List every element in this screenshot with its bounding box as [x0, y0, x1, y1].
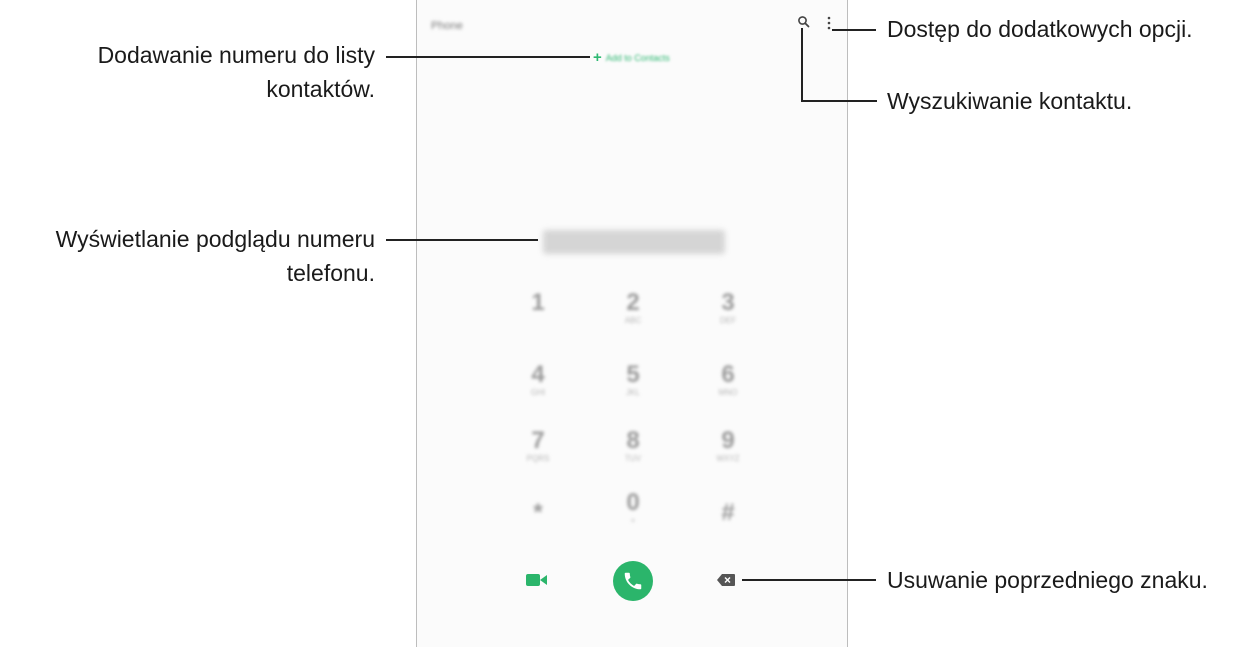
callout-preview-line1: Wyświetlanie podglądu numeru — [55, 226, 375, 252]
key-digit: 9 — [721, 427, 735, 454]
key-3[interactable]: 3 DEF — [703, 290, 753, 326]
key-digit: 0 — [626, 489, 640, 516]
call-button[interactable] — [613, 561, 653, 601]
number-preview — [543, 230, 725, 254]
key-letters: JKL — [626, 388, 640, 397]
phone-icon — [624, 572, 642, 590]
callout-line-delete — [742, 579, 876, 581]
backspace-icon[interactable] — [717, 574, 735, 586]
key-letters: MNO — [718, 388, 738, 397]
key-digit: 5 — [626, 361, 640, 388]
video-call-icon[interactable] — [525, 572, 549, 588]
plus-icon: + — [593, 49, 602, 66]
app-title: Phone — [431, 20, 463, 32]
key-digit: 3 — [721, 289, 735, 316]
key-1[interactable]: 1 — [513, 290, 563, 316]
key-2[interactable]: 2 ABC — [608, 290, 658, 326]
callout-search: Wyszukiwanie kontaktu. — [887, 88, 1133, 114]
key-letters: WXYZ — [716, 454, 740, 463]
key-9[interactable]: 9 WXYZ — [703, 428, 753, 464]
key-star[interactable]: * — [513, 500, 563, 526]
callout-line-preview — [386, 239, 538, 241]
key-5[interactable]: 5 JKL — [608, 362, 658, 398]
key-7[interactable]: 7 PQRS — [513, 428, 563, 464]
key-6[interactable]: 6 MNO — [703, 362, 753, 398]
callout-add-contact-line1: Dodawanie numeru do listy — [97, 42, 375, 68]
callout-line-add-contact — [386, 56, 590, 58]
key-digit: 1 — [531, 289, 545, 316]
phone-screen: Phone + Add to Contacts 1 2 ABC 3 DEF 4 … — [416, 0, 848, 647]
key-digit: # — [721, 499, 735, 526]
key-digit: 4 — [531, 361, 545, 388]
key-8[interactable]: 8 TUV — [608, 428, 658, 464]
key-0[interactable]: 0 + — [608, 490, 658, 526]
callout-more-options: Dostęp do dodatkowych opcji. — [887, 16, 1193, 42]
callout-preview-line2: telefonu. — [286, 260, 375, 286]
callout-add-contact-line2: kontaktów. — [266, 76, 375, 102]
search-icon[interactable] — [797, 15, 811, 29]
add-to-contacts-label: Add to Contacts — [605, 53, 670, 63]
callout-line-search-vertical — [801, 28, 803, 101]
key-letters: TUV — [625, 454, 641, 463]
key-letters: PQRS — [526, 454, 550, 463]
key-letters: GHI — [530, 388, 546, 397]
key-digit: 6 — [721, 361, 735, 388]
key-letters: DEF — [720, 316, 736, 325]
callout-add-contact: Dodawanie numeru do listy kontaktów. — [98, 38, 375, 106]
callout-delete: Usuwanie poprzedniego znaku. — [887, 567, 1208, 593]
callout-preview: Wyświetlanie podglądu numeru telefonu. — [56, 222, 375, 290]
add-to-contacts-button[interactable]: + Add to Contacts — [593, 50, 670, 66]
callout-line-search — [801, 100, 877, 102]
key-4[interactable]: 4 GHI — [513, 362, 563, 398]
key-digit: 2 — [626, 289, 640, 316]
key-letters: + — [630, 516, 636, 525]
key-digit: 7 — [531, 427, 545, 454]
key-digit: * — [533, 499, 543, 526]
key-letters: ABC — [624, 316, 642, 325]
callout-line-more-options — [832, 29, 876, 31]
key-hash[interactable]: # — [703, 500, 753, 526]
key-digit: 8 — [626, 427, 640, 454]
